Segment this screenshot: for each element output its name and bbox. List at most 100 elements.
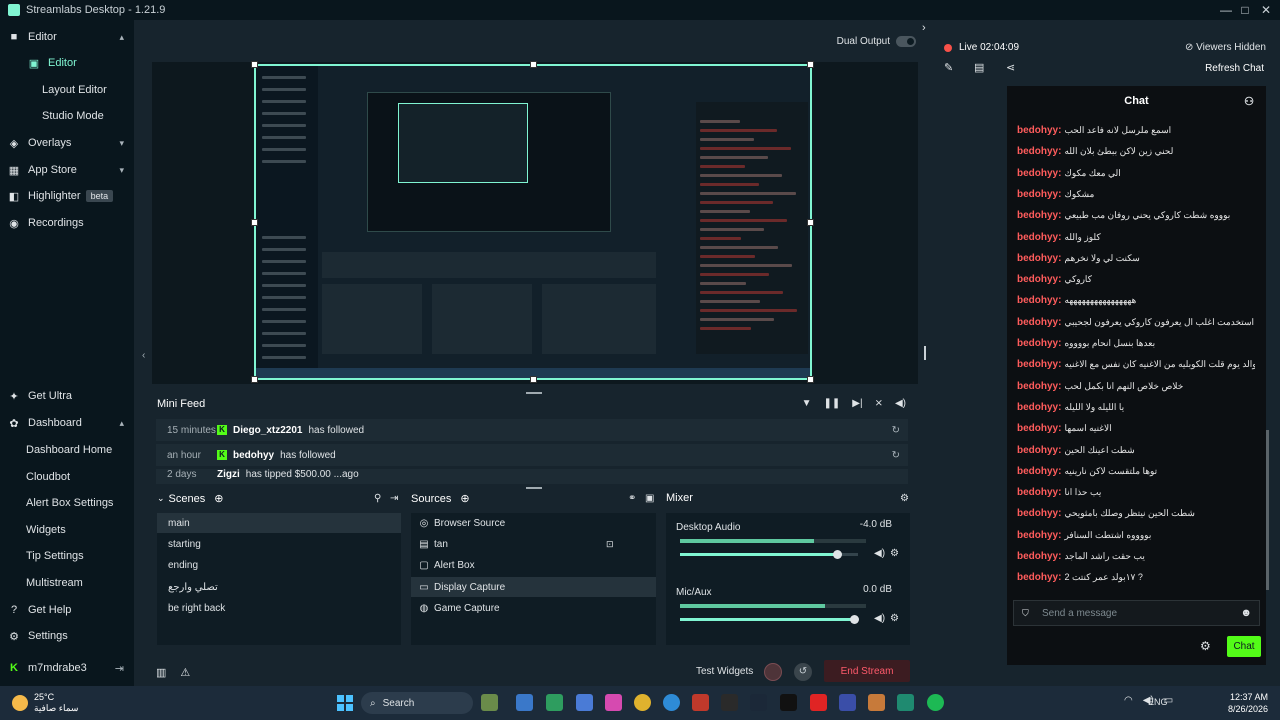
chat-username[interactable]: bedohyy: (1017, 359, 1061, 370)
chat-username[interactable]: bedohyy: (1017, 508, 1061, 519)
chat-username[interactable]: bedohyy: (1017, 530, 1061, 541)
studio-icon[interactable]: ⇥ (390, 493, 398, 504)
slider-knob[interactable] (832, 550, 842, 559)
edge-icon[interactable] (663, 694, 680, 711)
stats-icon[interactable]: ▥ (156, 666, 166, 679)
chat-username[interactable]: bedohyy: (1017, 572, 1061, 583)
volume-slider[interactable] (680, 550, 858, 559)
steam-icon[interactable] (750, 694, 767, 711)
feed-row[interactable]: 15 minutes K Diego_xtz2201 has followed … (156, 419, 908, 441)
taskbar-app-icon[interactable] (810, 694, 827, 711)
filter-icon[interactable]: ▼ (802, 398, 812, 409)
chat-username[interactable]: bedohyy: (1017, 125, 1061, 136)
chat-username[interactable]: bedohyy: (1017, 381, 1061, 392)
weather-widget[interactable]: 25°C سماء صافية (12, 692, 78, 714)
share-icon[interactable]: ⋖ (1006, 61, 1015, 74)
taskbar-app-icon[interactable] (868, 694, 885, 711)
spotify-icon[interactable] (927, 694, 944, 711)
nav-layout-editor[interactable]: Layout Editor (0, 77, 134, 103)
source-item[interactable]: ◍ Game Capture (411, 598, 656, 618)
taskbar-search[interactable]: ⌕ Search (361, 692, 473, 714)
replay-icon[interactable]: ↻ (892, 450, 900, 461)
epic-games-icon[interactable] (721, 694, 738, 711)
skip-icon[interactable]: ▶| (852, 398, 862, 409)
chat-username[interactable]: bedohyy: (1017, 274, 1061, 285)
chat-input[interactable]: ⛉ Send a message ☻ (1013, 600, 1260, 626)
taskbar-app-icon[interactable] (692, 694, 709, 711)
source-item[interactable]: ◎ Browser Source (411, 513, 656, 533)
taskbar-app-icon[interactable] (576, 694, 593, 711)
chat-username[interactable]: bedohyy: (1017, 317, 1061, 328)
nav-settings[interactable]: ⚙ Settings (0, 623, 134, 649)
scene-item[interactable]: be right back (157, 598, 401, 618)
scene-item[interactable]: main (157, 513, 401, 533)
chat-username[interactable]: bedohyy: (1017, 232, 1061, 243)
language-indicator[interactable]: ENG (1148, 697, 1168, 707)
taskbar-app-icon[interactable] (780, 694, 797, 711)
end-stream-button[interactable]: End Stream (824, 660, 910, 682)
performance-warning-icon[interactable]: ⚠ (180, 666, 190, 679)
wifi-icon[interactable]: ◠ (1124, 695, 1133, 706)
chat-username[interactable]: bedohyy: (1017, 253, 1061, 264)
nav-tip-settings[interactable]: Tip Settings (0, 543, 134, 569)
taskbar-app-icon[interactable] (546, 694, 563, 711)
resize-grip[interactable] (526, 487, 542, 489)
gear-icon[interactable]: ⚙ (890, 613, 899, 624)
add-scene-icon[interactable]: ⊕ (214, 492, 223, 505)
nav-recordings[interactable]: ◉ Recordings (0, 210, 134, 236)
volume-slider[interactable] (680, 615, 860, 624)
chat-username[interactable]: bedohyy: (1017, 168, 1061, 179)
chat-users-icon[interactable]: ⚇ (1244, 95, 1254, 108)
nav-dashboard[interactable]: ✿ Dashboard ▴ (0, 410, 134, 436)
chat-username[interactable]: bedohyy: (1017, 189, 1061, 200)
chat-send-button[interactable]: Chat (1227, 636, 1261, 657)
emoji-icon[interactable]: ☻ (1240, 607, 1252, 619)
transition-icon[interactable]: ⚲ (374, 493, 381, 504)
nav-cloudbot[interactable]: Cloudbot (0, 464, 134, 490)
close-button[interactable]: ✕ (1254, 0, 1278, 20)
record-button[interactable] (764, 663, 782, 681)
collapse-icon[interactable]: ⌄ (157, 493, 165, 504)
stream-preview-stage[interactable]: ‹ (142, 61, 918, 384)
chat-username[interactable]: bedohyy: (1017, 210, 1061, 221)
lock-icon[interactable]: ⊡ (606, 539, 614, 550)
chat-username[interactable]: bedohyy: (1017, 402, 1061, 413)
file-explorer-icon[interactable] (516, 694, 533, 711)
edit-icon[interactable]: ✎ (944, 61, 953, 74)
chat-username[interactable]: bedohyy: (1017, 146, 1061, 157)
nav-overlays[interactable]: ◈ Overlays ▾ (0, 130, 134, 156)
add-source-icon[interactable]: ⊕ (460, 492, 469, 505)
nav-studio-mode[interactable]: Studio Mode (0, 103, 134, 129)
store-icon[interactable]: ▤ (974, 61, 984, 74)
chrome-icon[interactable] (634, 694, 651, 711)
test-widgets-button[interactable]: Test Widgets (696, 666, 753, 677)
taskbar-app-icon[interactable] (481, 694, 498, 711)
refresh-chat-button[interactable]: Refresh Chat (1205, 63, 1264, 74)
instagram-icon[interactable] (605, 694, 622, 711)
slider-knob[interactable] (850, 615, 860, 624)
chevron-left-icon[interactable]: ‹ (142, 350, 145, 361)
source-item[interactable]: ▭ Display Capture (411, 577, 656, 597)
mute-alerts-icon[interactable]: ⨯ (875, 398, 883, 409)
clock[interactable]: 12:37 AM 8/26/2026 (1228, 691, 1268, 715)
replay-icon[interactable]: ↻ (892, 425, 900, 436)
toggle-switch[interactable] (896, 36, 916, 47)
nav-alert-box-settings[interactable]: Alert Box Settings (0, 490, 134, 516)
nav-user[interactable]: K m7mdrabe3 ⇥ (0, 655, 134, 681)
group-icon[interactable]: ⚭ (628, 493, 636, 504)
feed-row[interactable]: an hour K bedohyy has followed ↻ (156, 444, 908, 466)
logout-icon[interactable]: ⇥ (115, 662, 124, 675)
chat-username[interactable]: bedohyy: (1017, 423, 1061, 434)
scene-item[interactable]: ending (157, 555, 401, 575)
source-item[interactable]: ▤ tan ⊡ (411, 534, 656, 554)
speaker-icon[interactable]: ◀) (874, 548, 885, 559)
chat-username[interactable]: bedohyy: (1017, 295, 1061, 306)
replay-buffer-button[interactable]: ↺ (794, 663, 812, 681)
viewers-toggle[interactable]: ⊘ Viewers Hidden (1185, 42, 1266, 53)
dual-output-toggle[interactable]: Dual Output (837, 36, 916, 47)
mixer-settings-icon[interactable]: ⚙ (900, 493, 909, 504)
nav-highlighter[interactable]: ◧ Highlighter beta (0, 183, 134, 209)
nav-app-store[interactable]: ▦ App Store ▾ (0, 157, 134, 183)
folder-icon[interactable]: ▣ (645, 493, 654, 504)
nav-get-help[interactable]: ? Get Help (0, 597, 134, 623)
